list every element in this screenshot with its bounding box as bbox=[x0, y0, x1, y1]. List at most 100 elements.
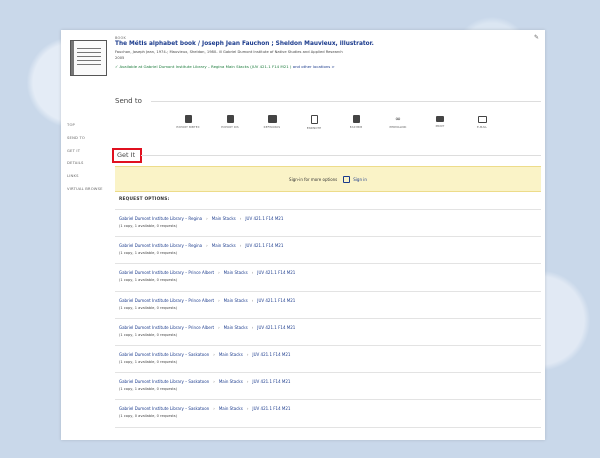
holding-call-number: JUV 421.1 F14 M21 bbox=[245, 243, 284, 249]
chevron-right-icon: › bbox=[251, 297, 254, 303]
holding-call-number: JUV 421.1 F14 M21 bbox=[257, 297, 296, 303]
export-ris-button[interactable]: EXPORT RIS bbox=[213, 115, 247, 129]
availability-status[interactable]: ✓ Available at Gabriel Dumont Institute … bbox=[115, 64, 335, 69]
holding-location: Main Stacks bbox=[218, 379, 243, 385]
availability-text: Available at Gabriel Dumont Institute Li… bbox=[119, 64, 292, 69]
holding-library: Gabriel Dumont Institute Library – Saska… bbox=[119, 351, 210, 357]
nav-item-send-to[interactable]: SEND TO bbox=[67, 136, 103, 149]
holding-location: Main Stacks bbox=[218, 406, 243, 412]
holding-row[interactable]: Gabriel Dumont Institute Library – Saska… bbox=[115, 373, 541, 401]
holding-availability: (1 copy, 0 available, 0 requests) bbox=[119, 414, 177, 419]
holding-library: Gabriel Dumont Institute Library – Regin… bbox=[119, 216, 203, 221]
signin-link[interactable]: Sign in bbox=[353, 177, 367, 182]
holding-availability: (1 copy, 1 available, 0 requests) bbox=[119, 305, 177, 310]
easybib-button[interactable]: EASYBIB bbox=[339, 115, 373, 129]
divider bbox=[141, 155, 541, 156]
chevron-right-icon: › bbox=[239, 216, 242, 221]
holding-library: Gabriel Dumont Institute Library – Princ… bbox=[119, 297, 215, 303]
holding-location: Main Stacks bbox=[223, 270, 248, 276]
chevron-right-icon: › bbox=[251, 324, 254, 330]
file-icon bbox=[226, 115, 234, 123]
holding-row[interactable]: Gabriel Dumont Institute Library – Princ… bbox=[115, 264, 541, 292]
request-options-heading: REQUEST OPTIONS: bbox=[119, 197, 170, 202]
availability-check-icon: ✓ bbox=[115, 64, 119, 69]
holding-call-number: JUV 421.1 F14 M21 bbox=[257, 324, 296, 330]
record-type: BOOK bbox=[115, 36, 126, 40]
holding-call-number: JUV 421.1 F14 M21 bbox=[252, 351, 291, 357]
holding-row[interactable]: Gabriel Dumont Institute Library – Princ… bbox=[115, 292, 541, 319]
endnote-button[interactable]: ENDNOTE bbox=[297, 115, 331, 130]
chevron-right-icon: › bbox=[206, 216, 208, 221]
mail-icon bbox=[477, 116, 487, 123]
nav-item-get-it[interactable]: GET IT bbox=[67, 149, 103, 162]
link-icon: ∞ bbox=[395, 115, 401, 123]
holding-row[interactable]: Gabriel Dumont Institute Library – Regin… bbox=[115, 210, 541, 238]
chevron-right-icon: › bbox=[218, 297, 220, 303]
holding-location: Main Stacks bbox=[211, 216, 236, 221]
pin-icon[interactable]: ✎ bbox=[534, 34, 539, 41]
refworks-button[interactable]: REFWORKS bbox=[255, 115, 289, 129]
chevron-right-icon: › bbox=[213, 351, 215, 357]
nav-item-links[interactable]: LINKS bbox=[67, 174, 103, 187]
email-button[interactable]: E-MAIL bbox=[465, 115, 499, 129]
chevron-right-icon: › bbox=[213, 379, 215, 385]
chevron-right-icon: › bbox=[246, 351, 249, 357]
document-icon bbox=[310, 115, 318, 124]
holding-availability: (1 copy, 1 available, 0 requests) bbox=[119, 387, 177, 392]
record-year: 2005 bbox=[115, 56, 125, 60]
record-authors: Fauchon, Joseph Jean, 1974-; Mauvieux, S… bbox=[115, 50, 343, 54]
chevron-right-icon: › bbox=[206, 243, 208, 249]
holding-call-number: JUV 421.1 F14 M21 bbox=[245, 216, 284, 221]
chevron-right-icon: › bbox=[218, 270, 220, 276]
other-locations-link[interactable]: and other locations > bbox=[293, 64, 335, 69]
chevron-right-icon: › bbox=[213, 406, 215, 412]
chevron-right-icon: › bbox=[218, 324, 220, 330]
holding-availability: (1 copy, 1 available, 0 requests) bbox=[119, 278, 177, 283]
holding-call-number: JUV 421.1 F14 M21 bbox=[252, 406, 291, 412]
export-bibtex-button[interactable]: EXPORT BIBTEX bbox=[171, 115, 205, 129]
print-button[interactable]: PRINT bbox=[423, 115, 457, 128]
get-it-heading: Get It bbox=[112, 148, 143, 163]
signin-message: Sign-in for more options bbox=[289, 176, 338, 182]
holding-library: Gabriel Dumont Institute Library – Princ… bbox=[119, 324, 215, 330]
send-to-heading: Send to bbox=[115, 97, 142, 105]
holding-row[interactable]: Gabriel Dumont Institute Library – Regin… bbox=[115, 237, 541, 265]
holding-availability: (1 copy, 1 available, 0 requests) bbox=[119, 251, 177, 256]
holding-location: Main Stacks bbox=[223, 324, 248, 330]
signin-icon[interactable] bbox=[343, 175, 351, 183]
holding-availability: (1 copy, 1 available, 0 requests) bbox=[119, 332, 177, 337]
holding-row[interactable]: Gabriel Dumont Institute Library – Princ… bbox=[115, 319, 541, 346]
holding-row[interactable]: Gabriel Dumont Institute Library – Saska… bbox=[115, 346, 541, 374]
send-to-actions: EXPORT BIBTEX EXPORT RIS REFWORKS ENDNOT… bbox=[171, 115, 531, 135]
nav-item-top[interactable]: TOP bbox=[67, 123, 103, 136]
chevron-right-icon: › bbox=[251, 270, 254, 276]
signin-banner: Sign-in for more options Sign in bbox=[115, 166, 541, 192]
file-icon bbox=[352, 115, 360, 123]
holdings-list: Gabriel Dumont Institute Library – Regin… bbox=[115, 210, 541, 428]
divider bbox=[151, 101, 541, 102]
file-icon bbox=[184, 115, 192, 123]
book-cover-icon bbox=[70, 40, 107, 76]
chevron-right-icon: › bbox=[246, 379, 249, 385]
nav-item-details[interactable]: DETAILS bbox=[67, 161, 103, 174]
refworks-icon bbox=[267, 115, 277, 123]
print-icon bbox=[436, 116, 444, 122]
holding-library: Gabriel Dumont Institute Library – Regin… bbox=[119, 243, 203, 249]
record-title[interactable]: The Métis alphabet book / Joseph Jean Fa… bbox=[115, 41, 374, 47]
holding-location: Main Stacks bbox=[223, 297, 248, 303]
section-nav: TOP SEND TO GET IT DETAILS LINKS VIRTUAL… bbox=[67, 123, 103, 200]
holding-library: Gabriel Dumont Institute Library – Saska… bbox=[119, 379, 210, 385]
holding-location: Main Stacks bbox=[211, 243, 236, 249]
holding-call-number: JUV 421.1 F14 M21 bbox=[252, 379, 291, 385]
holding-row[interactable]: Gabriel Dumont Institute Library – Saska… bbox=[115, 400, 541, 428]
nav-item-virtual-browse[interactable]: VIRTUAL BROWSE bbox=[67, 187, 103, 200]
holding-library: Gabriel Dumont Institute Library – Princ… bbox=[119, 270, 215, 276]
permalink-button[interactable]: ∞ PERMALINK bbox=[381, 115, 415, 129]
holding-location: Main Stacks bbox=[218, 351, 243, 357]
chevron-right-icon: › bbox=[246, 406, 249, 412]
chevron-right-icon: › bbox=[239, 243, 242, 249]
holding-call-number: JUV 421.1 F14 M21 bbox=[257, 270, 296, 276]
holding-availability: (1 copy, 1 available, 0 requests) bbox=[119, 359, 177, 364]
record-card: BOOK The Métis alphabet book / Joseph Je… bbox=[61, 30, 545, 440]
holding-availability: (1 copy, 1 available, 0 requests) bbox=[119, 224, 177, 228]
